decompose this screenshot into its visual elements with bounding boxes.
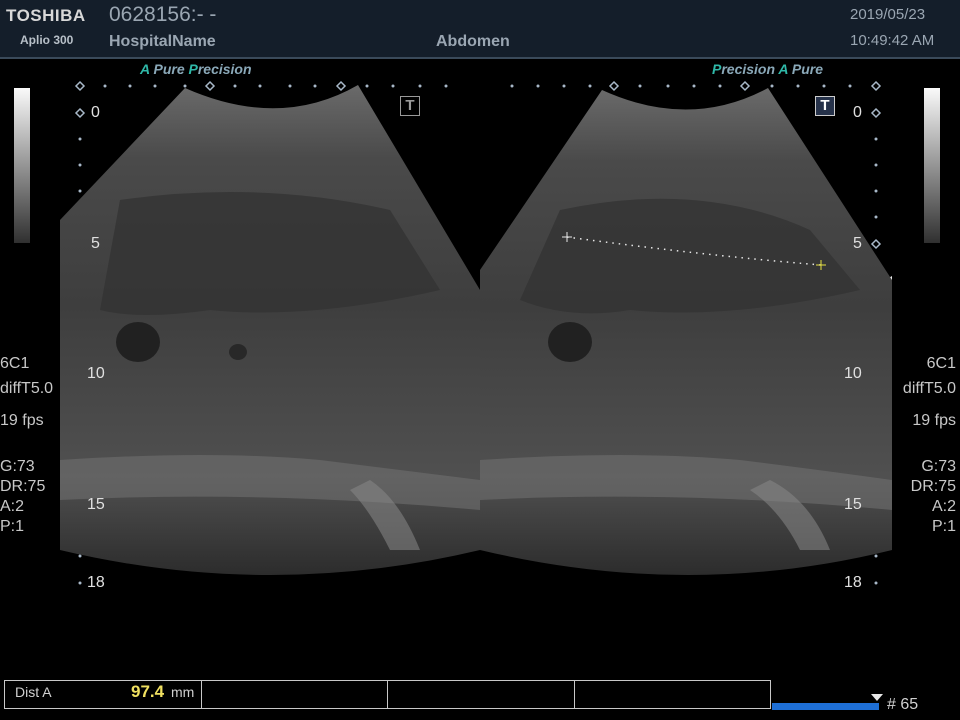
cine-marker-icon [871,694,883,701]
right-transducer-icon[interactable]: T [815,96,835,116]
left-depth-15: 15 [87,496,105,513]
left-a-setting: A:2 [0,498,25,515]
right-probe: 6C1 [926,355,956,372]
right-depth-15: 15 [844,496,862,513]
left-probe: 6C1 [0,355,30,372]
left-depth-5: 5 [91,235,100,252]
frame-number: # 65 [887,696,919,713]
right-preset: diffT5.0 [902,380,956,397]
measurement-panel[interactable]: Dist A 97.4 mm [4,680,771,709]
right-depth-10: 10 [844,365,862,382]
left-transducer-icon[interactable]: T [400,96,420,116]
measurement-cell-1[interactable]: Dist A 97.4 mm [5,681,202,708]
left-depth-0: 0 [91,104,100,121]
measurement-value: 97.4 [131,682,165,701]
measurement-cell-2[interactable] [202,681,388,708]
left-depth-10: 10 [87,365,105,382]
left-preset: diffT5.0 [0,380,54,397]
right-depth-18: 18 [844,574,862,591]
measurement-cell-4[interactable] [575,681,770,708]
measurement-cell-3[interactable] [388,681,575,708]
right-p-setting: P:1 [931,518,956,535]
left-gain: G:73 [0,458,35,475]
right-dynamic-range: DR:75 [910,478,956,495]
measurement-label: Dist A [15,684,52,700]
left-fps: 19 fps [0,412,44,429]
left-depth-18: 18 [87,574,105,591]
caliper-line [566,236,822,266]
right-fps: 19 fps [912,412,956,429]
cine-progress-bar[interactable] [772,703,879,710]
caliper-end-cross[interactable] [816,260,826,270]
caliper-start-cross[interactable] [562,232,572,242]
left-p-setting: P:1 [0,518,25,535]
right-depth-5: 5 [853,235,862,252]
right-depth-0: 0 [853,104,862,121]
right-gain: G:73 [921,458,956,475]
left-dynamic-range: DR:75 [0,478,46,495]
right-a-setting: A:2 [931,498,956,515]
measurement-unit: mm [171,684,195,700]
